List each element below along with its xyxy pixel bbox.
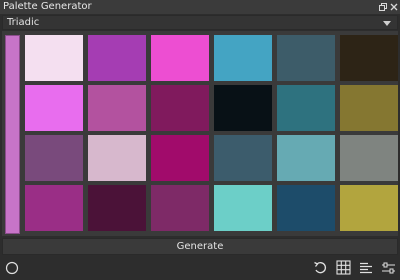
color-swatch[interactable] [277,35,335,81]
color-swatch[interactable] [25,85,83,131]
color-swatch[interactable] [25,35,83,81]
color-swatch[interactable] [214,185,272,231]
color-swatch[interactable] [88,185,146,231]
title-bar: Palette Generator [0,0,400,14]
list-icon[interactable] [359,261,373,275]
settings-icon[interactable] [381,261,396,275]
generate-button[interactable]: Generate [2,238,398,255]
float-icon[interactable] [378,2,388,12]
color-swatch[interactable] [277,185,335,231]
harmony-dropdown-value: Triadic [7,17,40,28]
circle-icon[interactable] [5,261,19,275]
window-title: Palette Generator [3,1,92,12]
color-swatch[interactable] [151,135,209,181]
bottom-toolbar [0,256,400,280]
color-swatch[interactable] [340,135,398,181]
color-swatch[interactable] [340,85,398,131]
color-swatch[interactable] [88,85,146,131]
color-swatch[interactable] [277,85,335,131]
color-swatch[interactable] [25,185,83,231]
color-swatch[interactable] [88,35,146,81]
undo-icon[interactable] [313,261,327,275]
color-swatch[interactable] [151,35,209,81]
color-swatch[interactable] [340,185,398,231]
close-icon[interactable] [389,2,399,12]
color-swatch[interactable] [25,135,83,181]
color-swatch[interactable] [151,85,209,131]
selected-color-strip[interactable] [5,35,20,234]
color-swatch[interactable] [340,35,398,81]
color-swatch[interactable] [277,135,335,181]
generate-button-label: Generate [176,241,224,252]
color-swatch[interactable] [214,135,272,181]
grid-icon[interactable] [336,260,351,275]
color-swatch[interactable] [151,185,209,231]
color-swatch[interactable] [214,35,272,81]
harmony-dropdown[interactable]: Triadic [2,15,398,30]
color-swatch[interactable] [88,135,146,181]
chevron-down-icon [383,21,391,26]
color-swatch[interactable] [214,85,272,131]
